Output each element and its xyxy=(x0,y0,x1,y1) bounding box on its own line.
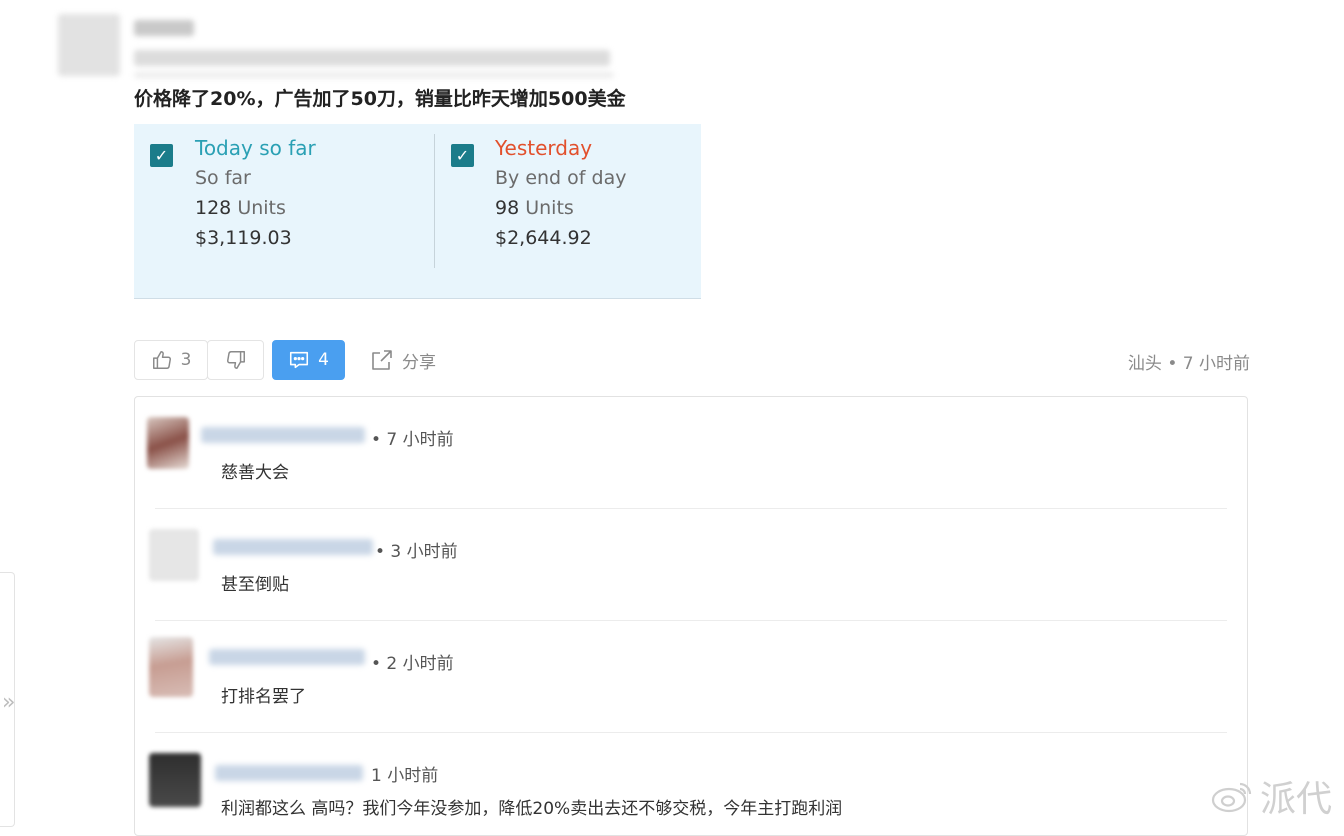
meta-separator: • xyxy=(1167,354,1178,374)
checkbox-checked-icon[interactable]: ✓ xyxy=(150,144,173,167)
author-name[interactable] xyxy=(134,20,194,36)
commenter-name[interactable] xyxy=(215,765,363,781)
share-label: 分享 xyxy=(402,352,436,373)
weibo-logo-icon xyxy=(1210,778,1254,814)
post-meta: 汕头 • 7 小时前 xyxy=(1128,349,1250,374)
comment-time: • 2 小时前 xyxy=(371,654,454,674)
comment-text: 打排名罢了 xyxy=(221,687,306,707)
comment-divider xyxy=(155,508,1227,509)
author-info xyxy=(134,50,610,66)
comment-time: 1 小时前 xyxy=(371,766,439,786)
sales-stats-card: ✓ Today so far So far 128 Units $3,119.0… xyxy=(134,124,701,299)
today-subtitle: So far xyxy=(195,167,251,189)
comment-text: 慈善大会 xyxy=(221,463,289,483)
author-info-underline xyxy=(134,72,614,78)
comment-divider xyxy=(155,732,1227,733)
yesterday-column: ✓ Yesterday By end of day 98 Units $2,64… xyxy=(435,124,701,298)
comments-list: • 7 小时前 慈善大会 • 3 小时前 甚至倒贴 • 2 小时前 打排名罢了 … xyxy=(134,396,1248,836)
watermark: 派代 xyxy=(1210,770,1332,822)
today-column: ✓ Today so far So far 128 Units $3,119.0… xyxy=(134,124,434,298)
comment-button[interactable]: 4 xyxy=(272,340,345,380)
watermark-text: 派代 xyxy=(1259,779,1332,820)
today-units-number: 128 xyxy=(195,197,232,219)
share-button[interactable]: 分享 xyxy=(360,340,446,380)
share-icon xyxy=(370,348,394,372)
yesterday-units: 98 Units xyxy=(495,197,574,219)
comment-divider xyxy=(155,620,1227,621)
thumbs-down-icon xyxy=(225,349,247,371)
commenter-name[interactable] xyxy=(213,539,373,555)
expand-chevron-icon[interactable]: » xyxy=(2,690,15,715)
yesterday-title: Yesterday xyxy=(495,136,593,160)
today-amount: $3,119.03 xyxy=(195,227,292,249)
comment-icon xyxy=(288,349,310,371)
commenter-avatar[interactable] xyxy=(147,417,189,469)
thumbs-up-icon xyxy=(151,349,173,371)
yesterday-amount: $2,644.92 xyxy=(495,227,592,249)
comment-text: 甚至倒贴 xyxy=(221,575,289,595)
comment-text: 利润都这么 高吗？我们今年没参加，降低20%卖出去还不够交税，今年主打跑利润 xyxy=(221,799,843,819)
checkbox-checked-icon[interactable]: ✓ xyxy=(451,144,474,167)
post-location: 汕头 xyxy=(1127,354,1162,374)
comment-time: • 3 小时前 xyxy=(375,542,458,562)
today-units-label: Units xyxy=(237,197,286,219)
yesterday-units-label: Units xyxy=(525,197,574,219)
commenter-avatar[interactable] xyxy=(149,529,199,581)
commenter-name[interactable] xyxy=(209,649,365,665)
yesterday-units-number: 98 xyxy=(495,197,520,219)
commenter-avatar[interactable] xyxy=(149,637,193,697)
like-button[interactable]: 3 xyxy=(134,340,208,380)
today-title: Today so far xyxy=(195,136,316,160)
author-avatar[interactable] xyxy=(58,14,120,76)
commenter-avatar[interactable] xyxy=(149,753,201,807)
like-count: 3 xyxy=(180,350,192,370)
dislike-button[interactable] xyxy=(207,340,264,380)
today-units: 128 Units xyxy=(195,197,286,219)
comment-count: 4 xyxy=(318,350,329,370)
comment-time: • 7 小时前 xyxy=(371,430,454,450)
post-time: 7 小时前 xyxy=(1182,354,1250,374)
yesterday-subtitle: By end of day xyxy=(495,167,627,189)
post-text: 价格降了20%，广告加了50刀，销量比昨天增加500美金 xyxy=(134,88,626,110)
commenter-name[interactable] xyxy=(201,427,365,443)
